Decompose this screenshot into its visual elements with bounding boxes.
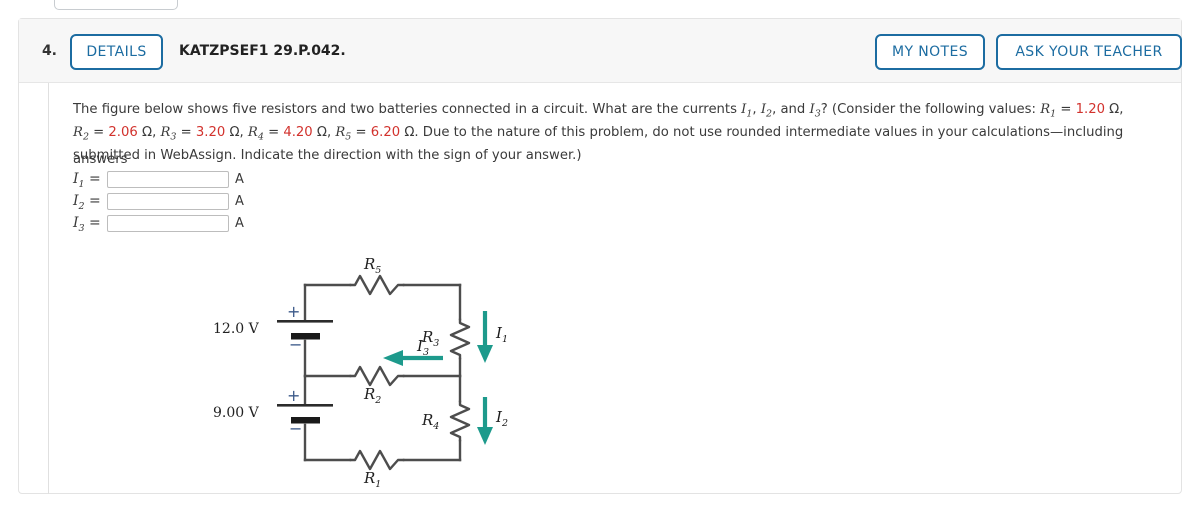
battery-9v-minus: − (289, 419, 303, 438)
problem-text-c: , and (772, 102, 810, 117)
partial-button-above[interactable] (54, 0, 178, 10)
battery-9v-symbol (277, 404, 333, 424)
r2-value: 2.06 (108, 125, 138, 140)
current-arrow-i1 (477, 311, 493, 363)
answer-eq-1: = (84, 171, 101, 187)
answer-label-2: I2 = (73, 193, 107, 212)
answer-row-1: I1 = A (73, 171, 244, 190)
resistor-label-r1: R1 (364, 469, 381, 490)
answer-row-2: I2 = A (73, 193, 244, 212)
gutter-divider (48, 83, 49, 494)
answer-unit-1: A (235, 172, 244, 187)
resistor-label-r5: R5 (364, 255, 381, 276)
r5-value: 6.20 (370, 125, 401, 140)
current-arrow-i3 (383, 350, 443, 366)
r5-symbol: R (335, 125, 346, 140)
battery-12v-symbol (277, 320, 333, 340)
r1-value: 1.20 (1075, 102, 1105, 117)
resistor-r5-symbol (348, 274, 406, 296)
battery-12v-minus: − (289, 335, 303, 354)
current-label-i1: I1 (496, 324, 508, 345)
question-body: The figure below shows five resistors an… (55, 85, 1175, 493)
r2-symbol: R (73, 125, 83, 140)
r5-label-symbol: R (364, 255, 376, 273)
resistor-r3-symbol (449, 317, 471, 361)
battery-9v-plus: + (287, 386, 301, 405)
problem-line-3: submitted in WebAssign. Indicate the dir… (73, 148, 582, 163)
r1-equals: = (1056, 102, 1076, 117)
r1-unit: Ω, (1104, 102, 1124, 117)
r4-symbol: R (247, 125, 258, 140)
i1-answer-input[interactable] (107, 171, 229, 188)
resistor-r1-symbol (348, 449, 406, 471)
resistor-label-r4: R4 (422, 411, 439, 432)
r1-symbol: R (1040, 102, 1051, 117)
r2-label-symbol: R (364, 385, 376, 403)
answer-eq-3: = (84, 215, 101, 231)
r3-label-sub: 3 (433, 338, 440, 349)
r3-unit: Ω, (225, 125, 248, 140)
i1-label-sub: 1 (501, 334, 508, 345)
current-label-i2: I2 (496, 408, 508, 429)
i2-label-sub: 2 (501, 418, 508, 429)
ask-your-teacher-button[interactable]: ASK YOUR TEACHER (996, 34, 1182, 70)
question-card: 4. DETAILS KATZPSEF1 29.P.042. MY NOTES … (18, 18, 1182, 494)
my-notes-button[interactable]: MY NOTES (875, 34, 985, 70)
i3-label-sub: 3 (422, 347, 429, 358)
resistor-r2-symbol (348, 365, 406, 387)
question-number: 4. (41, 43, 57, 59)
answer-row-3: I3 = A (73, 215, 244, 234)
r2-equals: = (88, 125, 109, 140)
answer-eq-2: = (84, 193, 101, 209)
i2-answer-input[interactable] (107, 193, 229, 210)
r5-label-sub: 5 (375, 265, 382, 276)
r1-label-symbol: R (364, 469, 376, 487)
problem-text-a: The figure below shows five resistors an… (73, 102, 742, 117)
r2-unit: Ω, (137, 125, 161, 140)
battery-9v-label: 9.00 V (213, 405, 259, 421)
r4-unit: Ω, (312, 125, 336, 140)
answer-label-3: I3 = (73, 215, 107, 234)
answer-unit-2: A (235, 194, 244, 209)
r4-label-sub: 4 (433, 421, 440, 432)
resistor-r4-symbol (449, 399, 471, 443)
r2-label-sub: 2 (375, 395, 382, 406)
r3-symbol: R (160, 125, 171, 140)
problem-text-b: , (752, 102, 761, 117)
r4-label-symbol: R (422, 411, 434, 429)
question-code: KATZPSEF1 29.P.042. (179, 43, 346, 59)
answer-label-1: I1 = (73, 171, 107, 190)
r3-equals: = (176, 125, 196, 140)
current-arrow-i2 (477, 397, 493, 445)
battery-12v-plus: + (287, 302, 301, 321)
problem-text-d: ? (Consider the following values: (820, 102, 1041, 117)
current-label-i3: I3 (417, 337, 429, 358)
circuit-svg (277, 274, 493, 471)
i3-answer-input[interactable] (107, 215, 229, 232)
r4-equals: = (263, 125, 284, 140)
details-button[interactable]: DETAILS (70, 34, 163, 70)
answer-unit-3: A (235, 216, 244, 231)
resistor-label-r2: R2 (364, 385, 381, 406)
r3-value: 3.20 (195, 125, 226, 140)
battery-12v-label: 12.0 V (213, 321, 259, 337)
r5-equals: = (351, 125, 371, 140)
r1-label-sub: 1 (375, 479, 382, 490)
circuit-figure: R5 R2 R1 R3 R4 I1 I2 I3 12.0 V + − 9.00 … (185, 245, 515, 495)
r4-value: 4.20 (283, 125, 313, 140)
